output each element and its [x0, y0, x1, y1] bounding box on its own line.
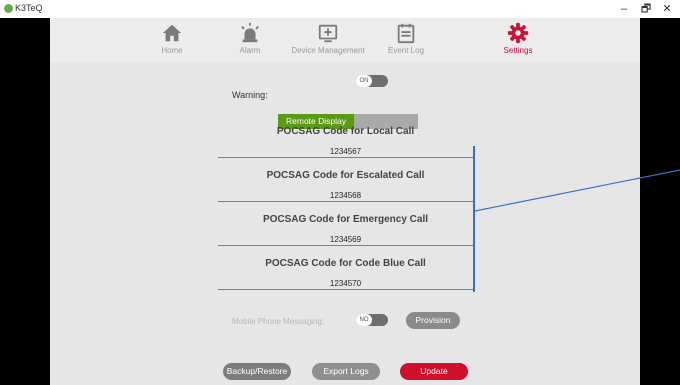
backup-restore-button[interactable]: Backup/Restore [223, 363, 291, 380]
nav-device-management[interactable]: Device Management [283, 22, 373, 55]
app-content: Home Alarm Device Management Event Log S… [50, 18, 640, 385]
code-emergency-call-title: POCSAG Code for Emergency Call [262, 214, 429, 225]
nav-device-management-label: Device Management [291, 46, 365, 55]
provision-button[interactable]: Provision [406, 312, 460, 329]
code-escalated-call-field[interactable]: 1234568 [218, 189, 473, 202]
restore-button[interactable]: 🗗 [636, 1, 656, 17]
code-emergency-call-field[interactable]: 1234569 [218, 233, 473, 246]
warning-toggle[interactable]: ON [356, 75, 388, 87]
nav-event-log[interactable]: Event Log [361, 22, 451, 55]
nav-settings[interactable]: Settings [473, 22, 563, 55]
nav-alarm[interactable]: Alarm [205, 22, 295, 55]
code-emergency-call: POCSAG Code for Emergency Call 1234569 [218, 214, 473, 246]
app-logo-icon [4, 4, 13, 13]
code-escalated-call: POCSAG Code for Escalated Call 1234568 [218, 170, 473, 202]
code-escalated-call-title: POCSAG Code for Escalated Call [266, 170, 425, 181]
nav-event-log-label: Event Log [387, 46, 425, 55]
code-local-call: POCSAG Code for Local Call 1234567 [218, 126, 473, 158]
close-button[interactable]: ✕ [657, 1, 677, 17]
code-local-call-title: POCSAG Code for Local Call [276, 126, 415, 137]
window-title: K3TeQ [15, 3, 43, 13]
mobile-toggle-knob: NO [356, 314, 372, 326]
nav-settings-label: Settings [503, 46, 533, 55]
code-blue-call-title: POCSAG Code for Code Blue Call [265, 258, 426, 269]
annotation-bracket [473, 146, 475, 292]
top-navigation: Home Alarm Device Management Event Log S… [50, 18, 640, 62]
window-titlebar: K3TeQ – 🗗 ✕ [0, 0, 680, 18]
home-icon [162, 24, 182, 42]
warning-toggle-knob: ON [356, 75, 372, 87]
alarm-icon [241, 22, 259, 43]
mobile-messaging-toggle[interactable]: NO [356, 314, 388, 326]
export-logs-button[interactable]: Export Logs [312, 363, 380, 380]
warning-label: Warning: [232, 90, 268, 100]
code-local-call-field[interactable]: 1234567 [218, 145, 473, 158]
device-management-icon [318, 24, 338, 43]
update-button[interactable]: Update [400, 363, 468, 380]
event-log-icon [397, 23, 415, 44]
code-blue-call: POCSAG Code for Code Blue Call 1234570 [218, 258, 473, 290]
nav-alarm-label: Alarm [239, 46, 261, 55]
nav-home-label: Home [161, 46, 183, 55]
code-blue-call-field[interactable]: 1234570 [218, 277, 473, 290]
settings-icon [507, 22, 529, 44]
nav-home[interactable]: Home [127, 22, 217, 55]
minimize-button[interactable]: – [614, 1, 634, 17]
mobile-messaging-label: Mobile Phone Messaging: [232, 317, 325, 326]
